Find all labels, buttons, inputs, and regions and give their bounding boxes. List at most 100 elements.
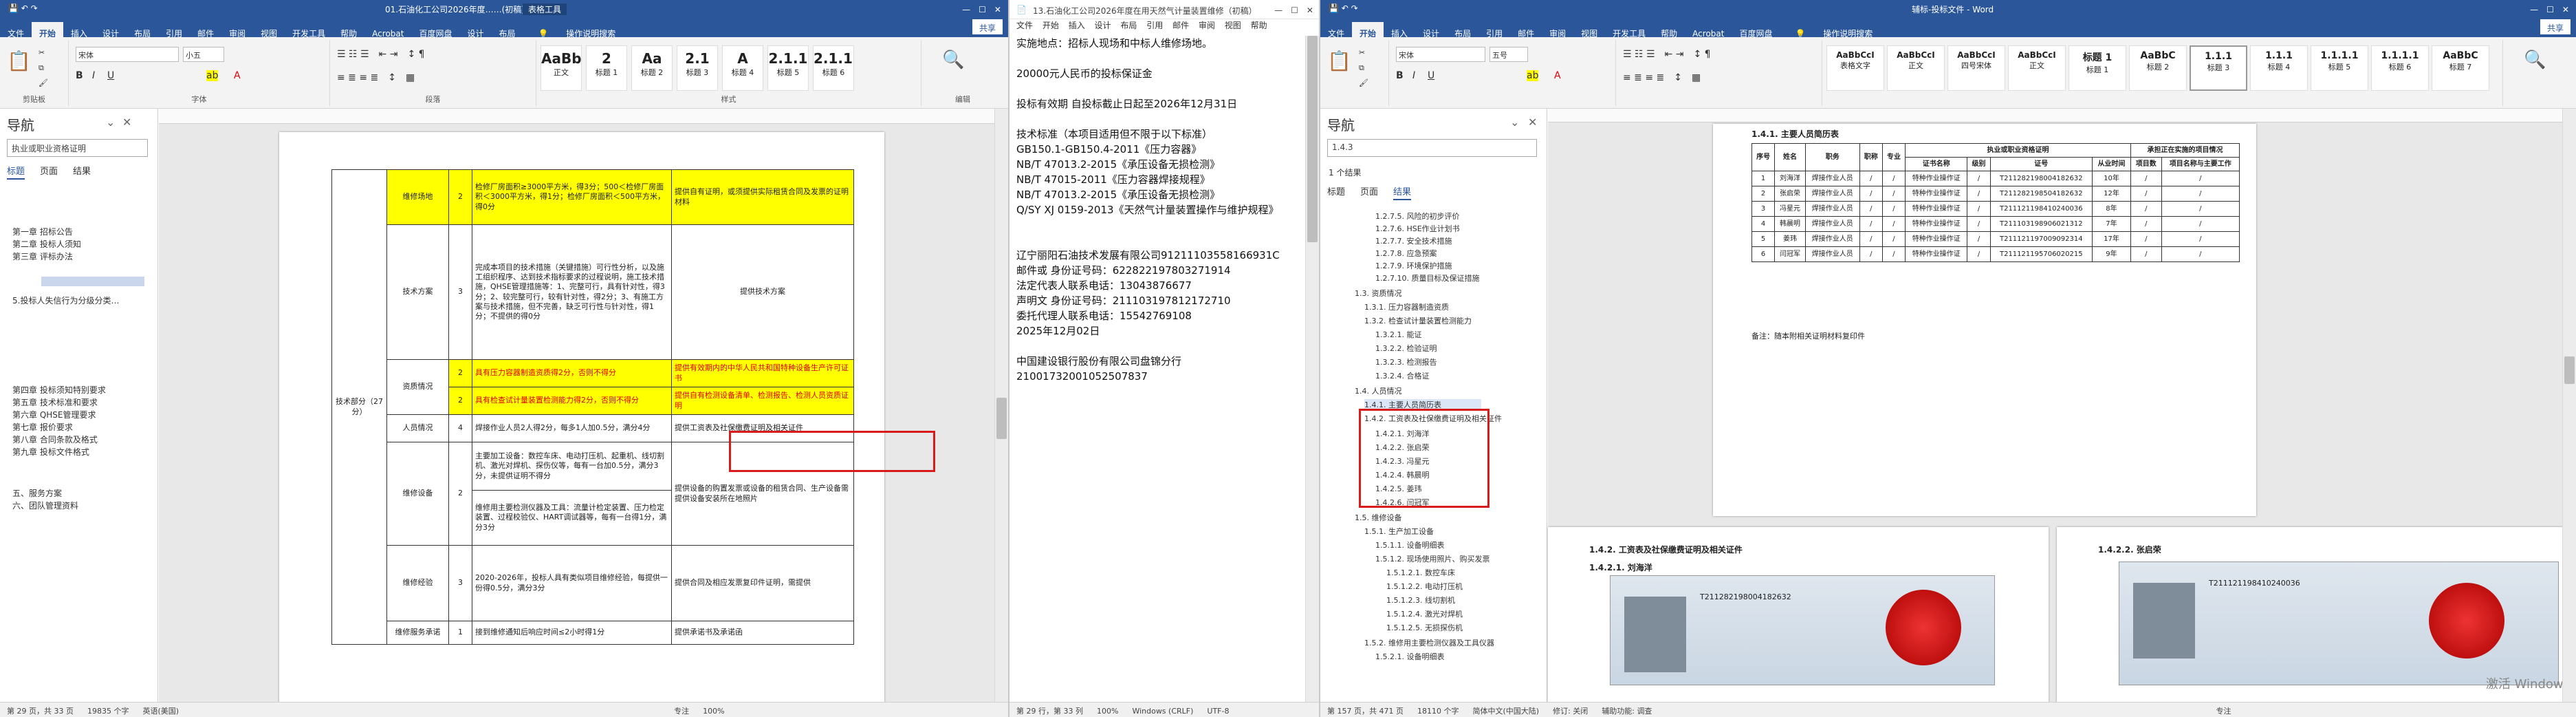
- nav-tab-pages[interactable]: 页面: [40, 167, 58, 177]
- nav-item[interactable]: 第五章 技术标准和要求: [12, 396, 98, 408]
- nav-tree-item[interactable]: 1.4.2.2. 张启荣: [1375, 442, 1429, 453]
- chevron-down-icon[interactable]: ⌄: [1510, 116, 1519, 129]
- bold-icon[interactable]: B: [1396, 70, 1404, 81]
- style-heading6[interactable]: 2.1.1.1标题 6: [813, 45, 854, 91]
- style-heading3[interactable]: 2.1 标题 3: [677, 45, 718, 91]
- track-changes[interactable]: 修订: 关闭: [1546, 703, 1595, 716]
- style-normal[interactable]: AaBb(正文: [541, 45, 582, 91]
- nav-tree-item[interactable]: 1.5.1.2. 现场使用照片、购买发票: [1375, 553, 1489, 564]
- left-scrollbar[interactable]: [994, 109, 1008, 702]
- nav-item[interactable]: 六、团队管理资料: [12, 500, 78, 511]
- window-controls[interactable]: — ☐ ✕: [2530, 3, 2569, 15]
- nav-tree-item[interactable]: 1.5. 维修设备: [1355, 512, 1402, 523]
- style-option[interactable]: 1.1.1 标题 4: [2250, 45, 2308, 91]
- share-button[interactable]: 共享: [972, 19, 1003, 34]
- nav-tree-item[interactable]: 1.3.2.1. 能证: [1375, 329, 1421, 340]
- nav-item[interactable]: 第四章 投标须知特别要求: [12, 384, 106, 396]
- menu-design[interactable]: 设计: [1095, 21, 1111, 30]
- scrollbar-thumb[interactable]: [996, 398, 1007, 439]
- nav-tree-item[interactable]: 1.2.7.8. 应急预案: [1375, 248, 1437, 259]
- nav-tab-headings[interactable]: 标题: [7, 167, 25, 180]
- font-color-icon[interactable]: A: [1554, 70, 1561, 81]
- style-option[interactable]: 1.1.1 标题 3: [2190, 45, 2247, 91]
- tab-acrobat[interactable]: Acrobat: [364, 23, 411, 39]
- nav-tree-item[interactable]: 1.5.1.2.2. 电动打压机: [1386, 581, 1463, 592]
- nav-tree-item[interactable]: 1.4.2.3. 冯星元: [1375, 456, 1429, 467]
- close-icon[interactable]: ✕: [1528, 116, 1537, 129]
- scrollbar-thumb[interactable]: [2564, 356, 2575, 384]
- paste-icon[interactable]: 📋: [1327, 50, 1351, 72]
- nav-item[interactable]: 第二章 投标人须知: [12, 238, 81, 250]
- highlight-icon[interactable]: ab: [1527, 70, 1539, 81]
- window-controls[interactable]: — ☐ ✕: [1274, 4, 1313, 16]
- nav-tree-item[interactable]: 1.3.2.4. 合格证: [1375, 370, 1429, 381]
- cut-icon[interactable]: ✂: [39, 48, 45, 57]
- style-heading1[interactable]: 2 标题 1: [586, 45, 627, 91]
- nav-tree-item[interactable]: 1.2.7.7. 安全技术措施: [1375, 235, 1452, 246]
- nav-tab-results[interactable]: 结果: [1393, 187, 1412, 200]
- nav-tree-item[interactable]: 1.3.2.3. 检测报告: [1375, 356, 1437, 367]
- italic-icon[interactable]: I: [1412, 70, 1415, 81]
- menu-help[interactable]: 帮助: [1251, 21, 1267, 30]
- underline-icon[interactable]: U: [107, 70, 114, 81]
- format-painter-icon[interactable]: 🖌: [1359, 78, 1368, 87]
- nav-tree-item[interactable]: 1.2.7.9. 环境保护措施: [1375, 260, 1452, 271]
- close-icon[interactable]: ✕: [122, 116, 131, 129]
- nav-tree-item[interactable]: 1.5.1.2.5. 无损探伤机: [1386, 622, 1463, 633]
- bold-icon[interactable]: B: [76, 70, 83, 81]
- nav-tree-item[interactable]: 1.2.7.5. 风险的初步评价: [1375, 211, 1459, 222]
- nav-tab-headings[interactable]: 标题: [1327, 187, 1345, 197]
- nav-item[interactable]: 第八章 合同条款及格式: [12, 434, 98, 445]
- nav-tree-item[interactable]: 1.4.2.1. 刘海洋: [1375, 428, 1429, 439]
- copy-icon[interactable]: ⧉: [1359, 63, 1364, 73]
- nav-search-input[interactable]: 执业或职业资格证明: [7, 139, 148, 157]
- style-option[interactable]: AaBbCcI 四号宋体: [1947, 45, 2005, 91]
- nav-tree-item[interactable]: 1.2.7.6. HSE作业计划书: [1375, 223, 1460, 234]
- menu-home[interactable]: 开始: [1043, 21, 1059, 30]
- font-color-icon[interactable]: A: [234, 70, 241, 81]
- nav-tree-item[interactable]: 1.4.2. 工资表及社保缴费证明及相关证件: [1364, 413, 1502, 424]
- find-icon[interactable]: 🔍: [2524, 50, 2546, 70]
- underline-icon[interactable]: U: [1428, 70, 1434, 81]
- nav-tree-item[interactable]: 1.3.2.2. 检验证明: [1375, 343, 1437, 354]
- nav-tree-item[interactable]: 1.5.1.1. 设备明细表: [1375, 539, 1444, 550]
- nav-tree-item[interactable]: 1.5.2. 维修用主要检测仪器及工具仪器: [1364, 637, 1494, 648]
- cut-icon[interactable]: ✂: [1359, 48, 1365, 57]
- window-controls[interactable]: — ☐ ✕: [962, 3, 1001, 15]
- align-icons[interactable]: ≡ ≣ ≡ ≣ ↕ ▦: [337, 70, 415, 84]
- menu-file[interactable]: 文件: [1016, 21, 1033, 30]
- nav-item[interactable]: 第三章 评标办法: [12, 250, 73, 262]
- nav-tree-item[interactable]: 1.5.1. 生产加工设备: [1364, 526, 1434, 537]
- nav-search-input[interactable]: 1.4.3: [1327, 139, 1537, 157]
- nav-tree-item[interactable]: 1.3.1. 压力容器制造资质: [1364, 301, 1449, 312]
- font-name-select[interactable]: 宋体: [76, 47, 179, 62]
- italic-icon[interactable]: I: [92, 70, 95, 81]
- nav-tree-item[interactable]: 1.4. 人员情况: [1355, 385, 1402, 396]
- align-icons[interactable]: ≡ ≣ ≡ ≣ ↕ ▦: [1623, 70, 1701, 84]
- style-heading5[interactable]: 2.1.1 标题 5: [767, 45, 809, 91]
- accessibility[interactable]: 辅助功能: 调查: [1595, 703, 1659, 716]
- menu-insert[interactable]: 插入: [1069, 21, 1085, 30]
- nav-tree-item[interactable]: 1.4.2.6. 闫冠军: [1375, 497, 1429, 508]
- style-option[interactable]: 1.1.1.1 标题 5: [2311, 45, 2368, 91]
- nav-tree-item[interactable]: 1.5.1.2.4. 激光对焊机: [1386, 608, 1463, 619]
- style-heading2[interactable]: Aa 标题 2: [631, 45, 673, 91]
- focus-mode[interactable]: 专注: [2209, 703, 2238, 716]
- nav-tree-item[interactable]: 1.5.2.1. 设备明细表: [1375, 651, 1444, 662]
- bullets-icon[interactable]: ☰ ☷ ☰ ⇤ ⇥ ↕ ¶: [1623, 47, 1711, 61]
- paste-icon[interactable]: 📋: [7, 50, 31, 72]
- nav-item[interactable]: 第六章 QHSE管理要求: [12, 409, 96, 420]
- nav-item[interactable]: 五、服务方案: [12, 487, 62, 499]
- tab-acrobat[interactable]: Acrobat: [1685, 23, 1732, 39]
- scrollbar-thumb[interactable]: [1307, 36, 1318, 242]
- menu-review[interactable]: 审阅: [1199, 21, 1215, 30]
- focus-mode[interactable]: 专注: [667, 703, 696, 716]
- zoom-level[interactable]: 100%: [696, 704, 731, 716]
- nav-tree-item[interactable]: 1.3.2. 检查试计量装置检测能力: [1364, 315, 1472, 326]
- nav-item[interactable]: 5.投标人失信行为分级分类…: [12, 295, 119, 306]
- nav-tree-item[interactable]: 1.4.2.4. 韩晨明: [1375, 469, 1429, 480]
- nav-item[interactable]: 第七章 报价要求: [12, 421, 73, 433]
- autosave-icon[interactable]: 💾 ↶ ↷: [8, 3, 38, 13]
- nav-tab-results[interactable]: 结果: [73, 167, 91, 177]
- nav-tree-item[interactable]: 1.2.7.10. 质量目标及保证措施: [1375, 272, 1479, 283]
